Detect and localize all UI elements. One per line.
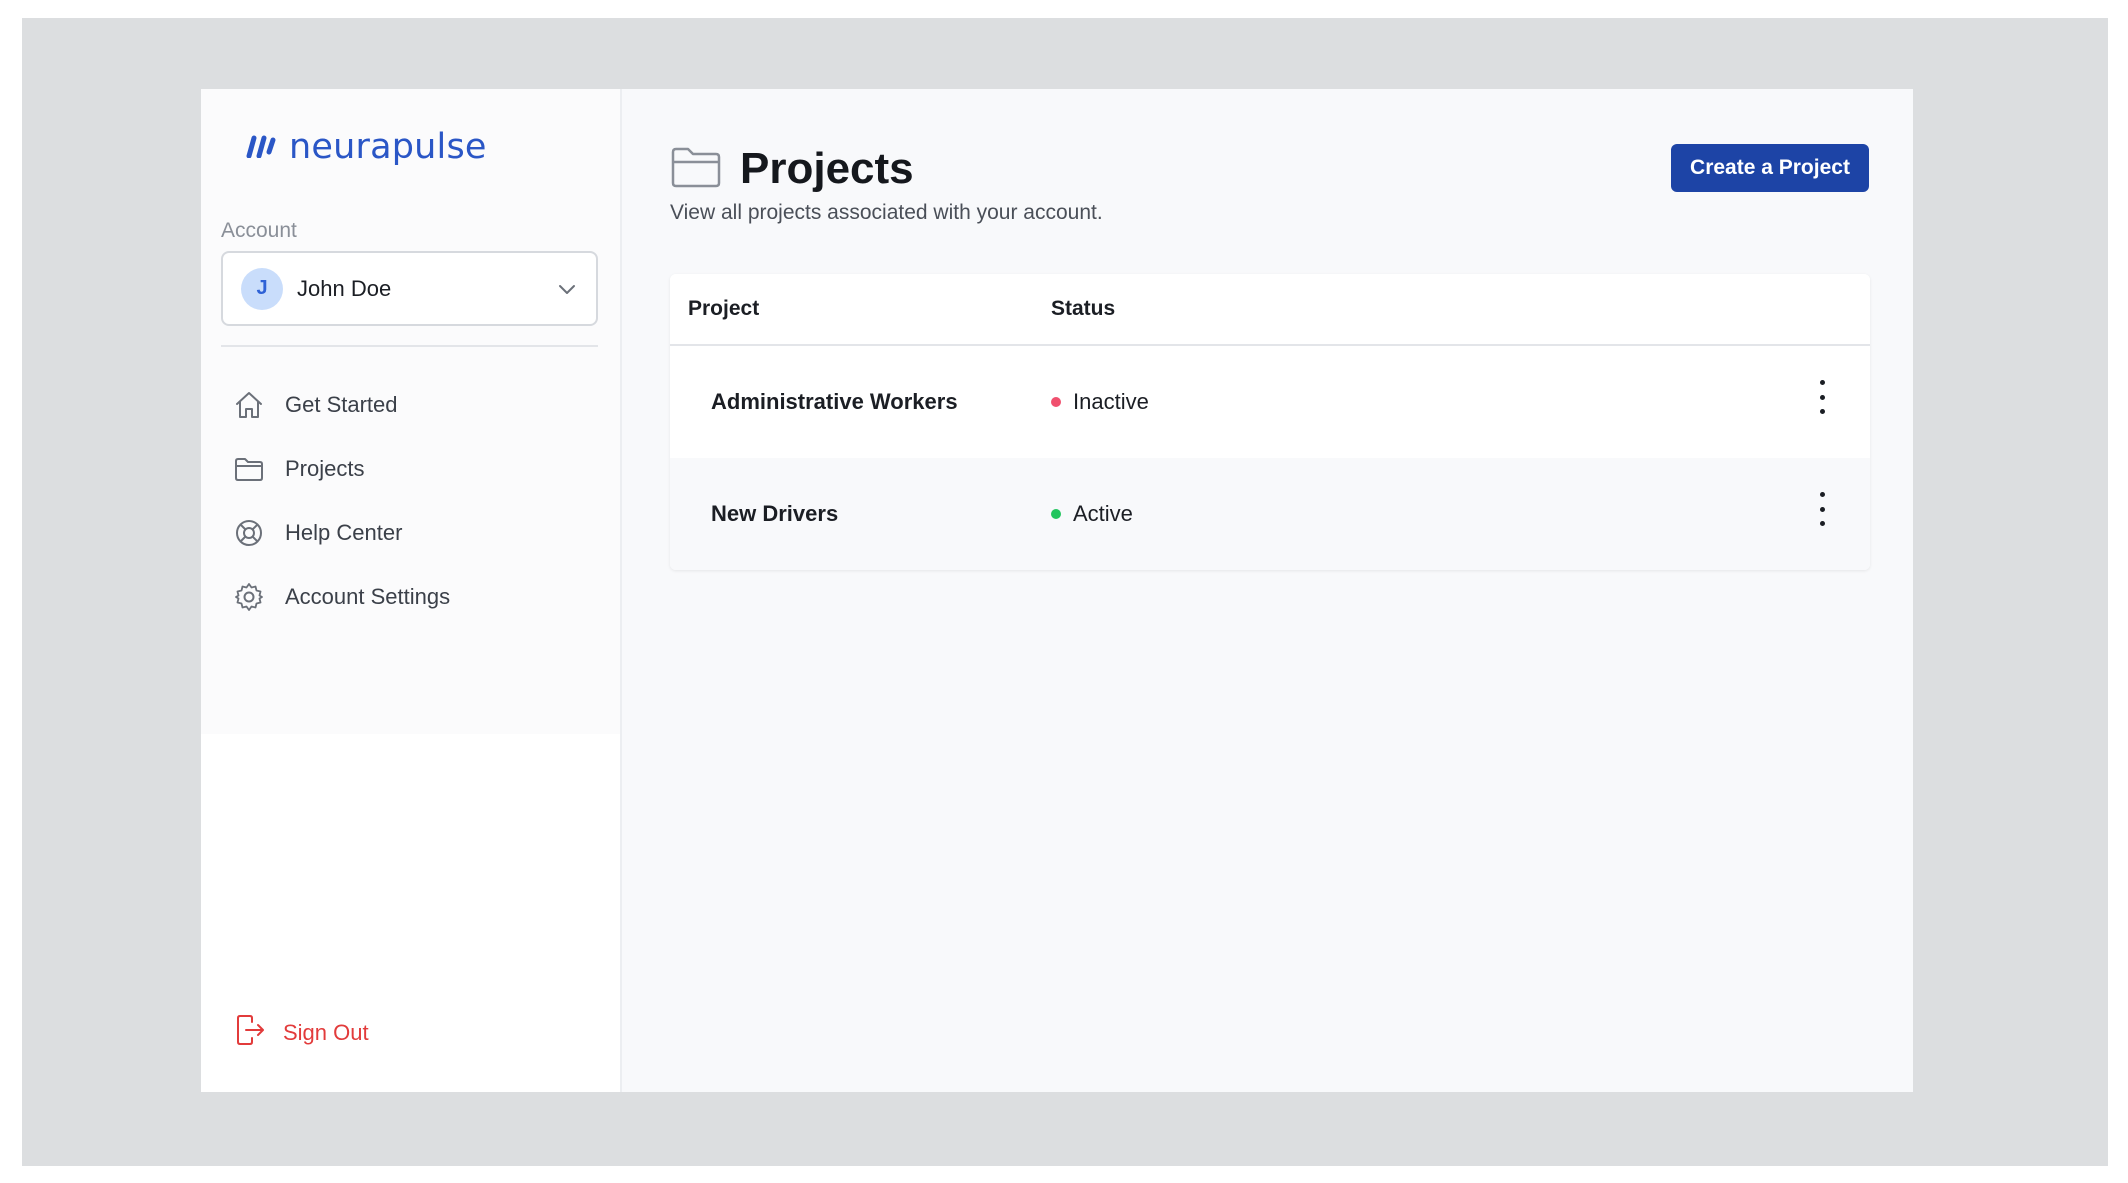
- gear-icon: [233, 581, 265, 613]
- sidebar-item-label: Help Center: [285, 520, 403, 545]
- chevron-down-icon: [556, 278, 578, 300]
- status-cell: Inactive: [1051, 389, 1149, 415]
- status-cell: Active: [1051, 501, 1133, 527]
- account-switcher[interactable]: J John Doe: [221, 251, 598, 326]
- table-row[interactable]: Administrative Workers Inactive: [670, 346, 1870, 458]
- more-options-icon[interactable]: [1812, 492, 1832, 526]
- sign-out-button[interactable]: Sign Out: [235, 1014, 369, 1051]
- folder-icon: [233, 453, 265, 485]
- sign-out-label: Sign Out: [283, 1019, 369, 1045]
- status-label: Inactive: [1073, 389, 1149, 414]
- sidebar-divider: [221, 345, 598, 347]
- sidebar-item-get-started[interactable]: Get Started: [233, 373, 450, 437]
- neurapulse-logo-icon: [243, 132, 279, 163]
- more-options-icon[interactable]: [1812, 380, 1832, 414]
- account-label: Account: [221, 219, 297, 242]
- status-label: Active: [1073, 501, 1133, 526]
- create-project-button[interactable]: Create a Project: [1671, 144, 1869, 192]
- projects-table: Project Status Administrative Workers In…: [670, 274, 1870, 570]
- status-dot-active: [1051, 509, 1061, 519]
- project-name: New Drivers: [711, 501, 839, 526]
- sidebar-item-account-settings[interactable]: Account Settings: [233, 565, 450, 629]
- status-dot-inactive: [1051, 397, 1061, 407]
- table-header: Project Status: [670, 274, 1870, 346]
- sidebar-item-label: Projects: [285, 456, 365, 481]
- account-name: John Doe: [297, 275, 392, 301]
- sidebar: neurapulse Account J John Doe Get Starte…: [201, 89, 622, 1092]
- sidebar-item-help-center[interactable]: Help Center: [233, 501, 450, 565]
- app-window: neurapulse Account J John Doe Get Starte…: [201, 89, 1913, 1092]
- project-name: Administrative Workers: [711, 389, 958, 414]
- page-title: Projects: [740, 144, 914, 193]
- table-row[interactable]: New Drivers Active: [670, 458, 1870, 570]
- home-icon: [233, 389, 265, 421]
- sidebar-item-label: Get Started: [285, 392, 398, 417]
- column-header-status[interactable]: Status: [1051, 297, 1115, 321]
- main-content: Projects View all projects associated wi…: [622, 89, 1913, 1092]
- avatar: J: [241, 267, 283, 310]
- page-header: Projects: [670, 144, 914, 194]
- sidebar-nav: Get Started Projects Help Center Account…: [233, 373, 450, 629]
- lifebuoy-icon: [233, 517, 265, 549]
- sign-out-icon: [235, 1014, 265, 1051]
- page-subtitle: View all projects associated with your a…: [670, 201, 1103, 224]
- sidebar-item-label: Account Settings: [285, 584, 451, 609]
- brand-logo[interactable]: neurapulse: [243, 127, 487, 167]
- folder-icon: [670, 145, 722, 194]
- brand-name: neurapulse: [289, 127, 487, 167]
- sidebar-item-projects[interactable]: Projects: [233, 437, 450, 501]
- column-header-project[interactable]: Project: [670, 297, 1051, 321]
